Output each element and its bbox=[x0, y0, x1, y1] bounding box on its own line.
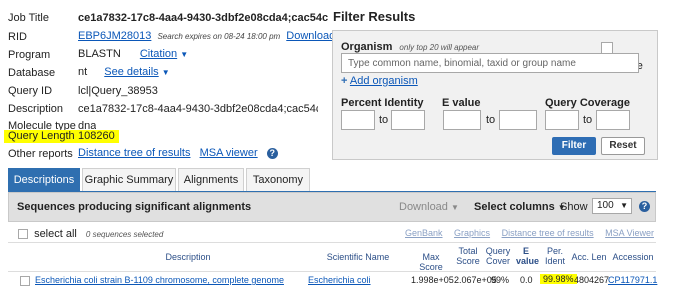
program-row: BLASTN Citation ▼ bbox=[78, 48, 188, 60]
rid-expiry-note: Search expires on 08-24 18:00 pm bbox=[157, 32, 281, 41]
other-reports-label: Other reports bbox=[8, 148, 73, 160]
database-row: nt See details ▼ bbox=[78, 66, 170, 78]
col-max-score[interactable]: Max Score bbox=[411, 252, 451, 272]
description-label: Description bbox=[8, 103, 64, 115]
query-coverage-label: Query Coverage bbox=[545, 97, 630, 109]
download-menu[interactable]: Download ▼ bbox=[399, 201, 459, 213]
col-scientific-name[interactable]: Scientific Name bbox=[313, 252, 403, 262]
organism-label: Organism bbox=[341, 41, 393, 53]
row-scientific-name-link[interactable]: Escherichia coli bbox=[308, 275, 371, 285]
citation-link[interactable]: Citation bbox=[140, 48, 177, 60]
query-id-value: lcl|Query_38953 bbox=[78, 85, 158, 97]
table-row[interactable]: Escherichia coli strain B-1109 chromosom… bbox=[8, 274, 657, 288]
results-title: Sequences producing significant alignmen… bbox=[17, 201, 252, 213]
tab-alignments[interactable]: Alignments bbox=[178, 168, 244, 192]
description-value: ce1a7832-17c8-4aa4-9430-3dbf2e08cda4;cac… bbox=[78, 103, 318, 115]
tab-descriptions[interactable]: Descriptions bbox=[8, 168, 80, 192]
filter-title: Filter Results bbox=[333, 9, 416, 24]
chevron-down-icon[interactable]: ▼ bbox=[162, 68, 170, 77]
program-label: Program bbox=[8, 49, 51, 61]
row-max-score: 1.998e+05 bbox=[411, 275, 454, 285]
col-query-cover[interactable]: Query Cover bbox=[485, 246, 511, 266]
organism-row: Organism only top 20 will appear bbox=[341, 41, 479, 53]
query-length-label: Query Length bbox=[4, 130, 79, 143]
evalue-label: E value bbox=[442, 97, 481, 109]
percent-identity-min-input[interactable] bbox=[341, 110, 375, 130]
other-reports-row: Distance tree of results MSA viewer ? bbox=[78, 147, 278, 159]
col-total-score[interactable]: Total Score bbox=[456, 246, 480, 266]
row-query-cover: 99% bbox=[491, 275, 510, 285]
select-columns-menu[interactable]: Select columns ▼ bbox=[474, 201, 566, 213]
see-details-link[interactable]: See details bbox=[104, 66, 158, 78]
row-evalue: 0.0 bbox=[520, 275, 533, 285]
rid-row: EBP6JM28013 Search expires on 08-24 18:0… bbox=[78, 30, 361, 42]
table-header: Description Scientific Name Max Score To… bbox=[8, 242, 656, 272]
database-value: nt bbox=[78, 66, 88, 78]
add-organism-row[interactable]: + Add organism bbox=[341, 75, 418, 87]
organism-placeholder: Type common name, binomial, taxid or gro… bbox=[348, 58, 576, 69]
chevron-down-icon[interactable]: ▼ bbox=[180, 50, 188, 59]
add-organism-link[interactable]: Add organism bbox=[350, 75, 418, 87]
distance-tree-link[interactable]: Distance tree of results bbox=[78, 147, 191, 159]
filter-panel: Organism only top 20 will appear exclude… bbox=[332, 30, 658, 160]
job-title-value: ce1a7832-17c8-4aa4-9430-3dbf2e08cda4;cac… bbox=[78, 12, 328, 24]
row-accession-link[interactable]: CP117971.1 bbox=[608, 275, 657, 285]
chevron-down-icon[interactable]: ▼ bbox=[451, 203, 459, 212]
filter-button[interactable]: Filter bbox=[552, 137, 596, 155]
program-value: BLASTN bbox=[78, 48, 121, 60]
reset-button[interactable]: Reset bbox=[601, 137, 645, 155]
col-per-ident[interactable]: Per. Ident bbox=[542, 246, 568, 266]
help-icon[interactable]: ? bbox=[639, 201, 650, 212]
selected-count: 0 sequences selected bbox=[85, 229, 164, 239]
col-description[interactable]: Description bbox=[148, 252, 228, 262]
results-header-bar: Sequences producing significant alignmen… bbox=[8, 192, 656, 222]
chevron-down-icon[interactable]: ▼ bbox=[620, 199, 628, 213]
action-distance-tree[interactable]: Distance tree of results bbox=[502, 228, 594, 238]
to-label: to bbox=[583, 114, 593, 126]
row-checkbox[interactable] bbox=[20, 276, 30, 286]
percent-identity-label: Percent Identity bbox=[341, 97, 424, 109]
col-acc-len[interactable]: Acc. Len bbox=[570, 252, 608, 262]
select-columns-label[interactable]: Select columns bbox=[474, 201, 555, 213]
query-length-value: 108260 bbox=[74, 130, 119, 143]
download-label[interactable]: Download bbox=[399, 201, 448, 213]
select-all-label[interactable]: select all bbox=[34, 228, 77, 240]
tab-graphic-summary[interactable]: Graphic Summary bbox=[82, 168, 176, 192]
select-all-row: select all 0 sequences selected bbox=[18, 228, 163, 240]
query-id-label: Query ID bbox=[8, 85, 53, 97]
to-label: to bbox=[486, 114, 496, 126]
show-label: Show bbox=[560, 201, 588, 213]
select-all-checkbox[interactable] bbox=[18, 229, 28, 240]
show-select-value: 100 bbox=[597, 200, 614, 211]
rid-link[interactable]: EBP6JM28013 bbox=[78, 30, 151, 42]
percent-identity-max-input[interactable] bbox=[391, 110, 425, 130]
show-select[interactable]: 100 ▼ bbox=[592, 198, 632, 214]
database-label: Database bbox=[8, 67, 56, 79]
action-graphics[interactable]: Graphics bbox=[454, 228, 490, 238]
rid-label: RID bbox=[8, 31, 27, 43]
to-label: to bbox=[379, 114, 389, 126]
action-genbank[interactable]: GenBank bbox=[405, 228, 443, 238]
row-per-ident: 99.98% bbox=[540, 274, 577, 284]
help-icon[interactable]: ? bbox=[266, 148, 278, 159]
evalue-min-input[interactable] bbox=[443, 110, 481, 130]
row-acc-len: 4804267 bbox=[574, 275, 610, 285]
col-evalue[interactable]: E value bbox=[516, 246, 539, 266]
action-msa-viewer[interactable]: MSA Viewer bbox=[605, 228, 654, 238]
organism-input[interactable]: Type common name, binomial, taxid or gro… bbox=[341, 53, 639, 73]
msa-viewer-link[interactable]: MSA viewer bbox=[200, 147, 258, 159]
job-title-label: Job Title bbox=[8, 12, 49, 24]
query-coverage-min-input[interactable] bbox=[545, 110, 579, 130]
query-coverage-max-input[interactable] bbox=[596, 110, 630, 130]
col-accession[interactable]: Accession bbox=[612, 252, 654, 262]
plus-icon[interactable]: + bbox=[341, 75, 347, 87]
bulk-actions: GenBank Graphics Distance tree of result… bbox=[405, 228, 654, 238]
evalue-max-input[interactable] bbox=[499, 110, 537, 130]
row-description-link[interactable]: Escherichia coli strain B-1109 chromosom… bbox=[35, 275, 284, 285]
exclude-checkbox-box[interactable] bbox=[601, 41, 613, 54]
organism-note: only top 20 will appear bbox=[399, 43, 480, 52]
tab-taxonomy[interactable]: Taxonomy bbox=[246, 168, 310, 192]
